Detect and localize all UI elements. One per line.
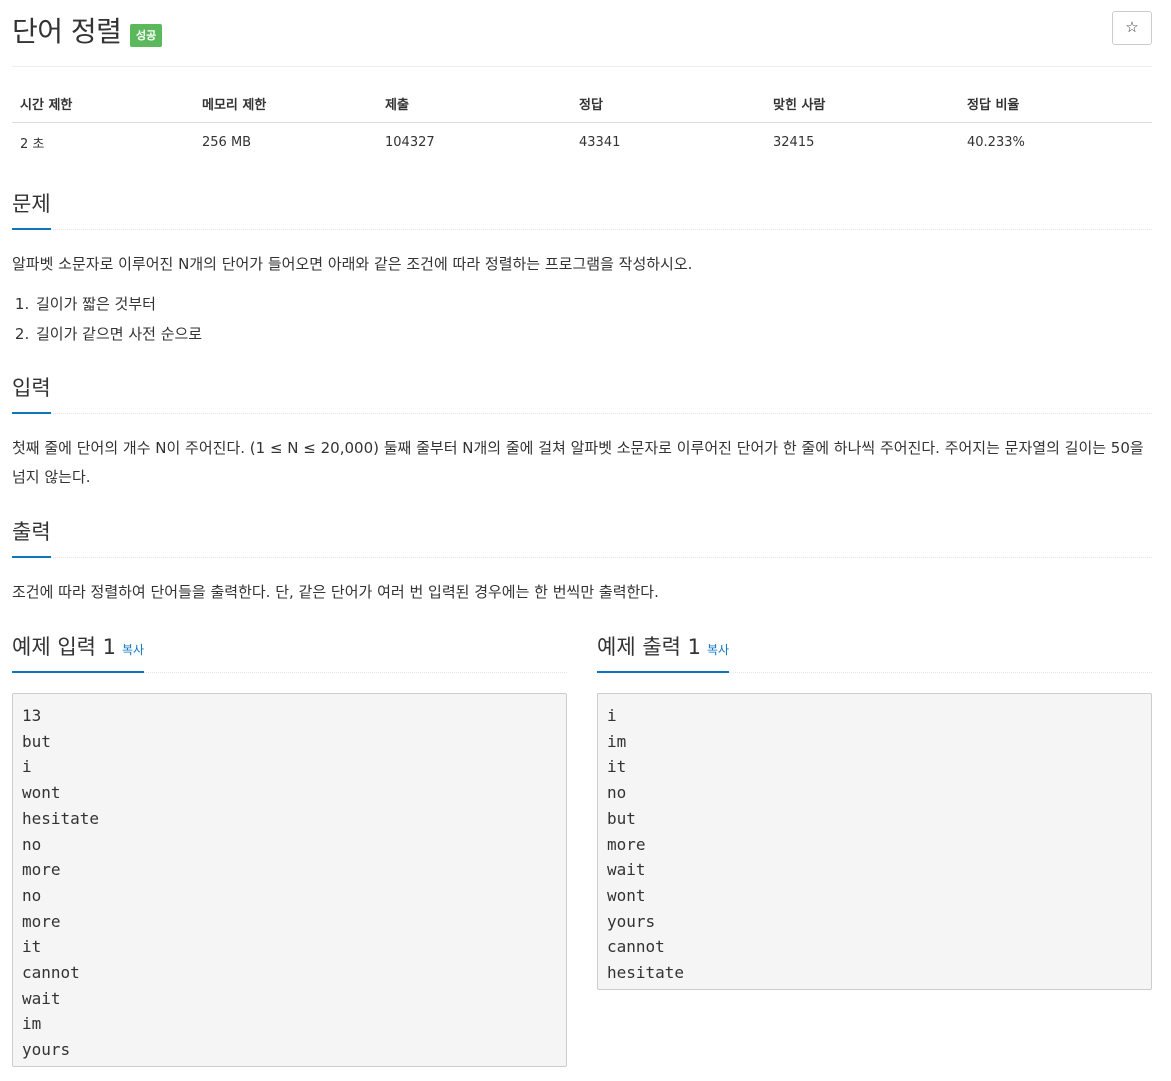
sample-output-box[interactable]: i im it no but more wait wont yours cann…: [597, 693, 1152, 990]
output-heading: 출력: [12, 516, 51, 558]
input-text: 첫째 줄에 단어의 개수 N이 주어진다. (1 ≤ N ≤ 20,000) 둘…: [12, 439, 1144, 486]
sample-input-heading: 예제 입력 1 복사: [12, 631, 145, 673]
solved-users-value[interactable]: 32415: [765, 123, 959, 161]
sample-output-heading: 예제 출력 1 복사: [597, 631, 730, 673]
list-item: 길이가 짧은 것부터: [34, 289, 202, 319]
description-list: 길이가 짧은 것부터 길이가 같으면 사전 순으로: [12, 289, 202, 349]
sample-input-box[interactable]: 13 but i wont hesitate no more no more i…: [12, 693, 567, 1067]
description-text: 알파벳 소문자로 이루어진 N개의 단어가 들어오면 아래와 같은 조건에 따라…: [12, 255, 693, 273]
submissions-value[interactable]: 104327: [377, 123, 571, 161]
memory-limit-value: 256 MB: [202, 135, 252, 150]
accept-ratio-value: 40.233%: [967, 135, 1025, 150]
title-row: 단어 정렬 성공 ☆: [12, 0, 1152, 67]
header-submissions: 제출: [377, 88, 571, 123]
sample-output-title: 예제 출력 1: [597, 635, 701, 659]
copy-output-button[interactable]: 복사: [707, 643, 729, 657]
input-headline: 입력: [12, 371, 1152, 414]
star-icon: ☆: [1125, 18, 1139, 36]
input-heading: 입력: [12, 372, 51, 414]
sample-output-headline: 예제 출력 1 복사: [597, 630, 1152, 673]
copy-input-button[interactable]: 복사: [122, 643, 144, 657]
description-headline: 문제: [12, 187, 1152, 230]
list-item: 길이가 같으면 사전 순으로: [34, 319, 202, 349]
page-title: 단어 정렬: [12, 15, 122, 48]
output-text: 조건에 따라 정렬하여 단어들을 출력한다. 단, 같은 단어가 여러 번 입력…: [12, 583, 659, 601]
header-memory-limit: 메모리 제한: [194, 88, 377, 123]
sample-output-section: 예제 출력 1 복사 i im it no but more wait wont …: [597, 630, 1152, 990]
star-button[interactable]: ☆: [1112, 11, 1152, 45]
header-accepted: 정답: [571, 88, 765, 123]
status-badge: 성공: [130, 24, 163, 47]
sample-input-section: 예제 입력 1 복사 13 but i wont hesitate no more…: [12, 630, 567, 1067]
header-accept-ratio: 정답 비율: [959, 88, 1152, 123]
header-time-limit: 시간 제한: [12, 88, 194, 123]
accepted-value[interactable]: 43341: [571, 123, 765, 161]
time-limit-value: 2 초: [20, 137, 45, 152]
sample-input-title: 예제 입력 1: [12, 635, 116, 659]
sample-input-headline: 예제 입력 1 복사: [12, 630, 567, 673]
output-headline: 출력: [12, 515, 1152, 558]
table-header-row: 시간 제한 메모리 제한 제출 정답 맞힌 사람 정답 비율: [12, 88, 1152, 123]
description-heading: 문제: [12, 188, 51, 230]
table-row: 2 초 256 MB 104327 43341 32415 40.233%: [12, 123, 1152, 161]
header-solved-users: 맞힌 사람: [765, 88, 959, 123]
problem-info-table: 시간 제한 메모리 제한 제출 정답 맞힌 사람 정답 비율 2 초 256 M…: [12, 88, 1152, 160]
